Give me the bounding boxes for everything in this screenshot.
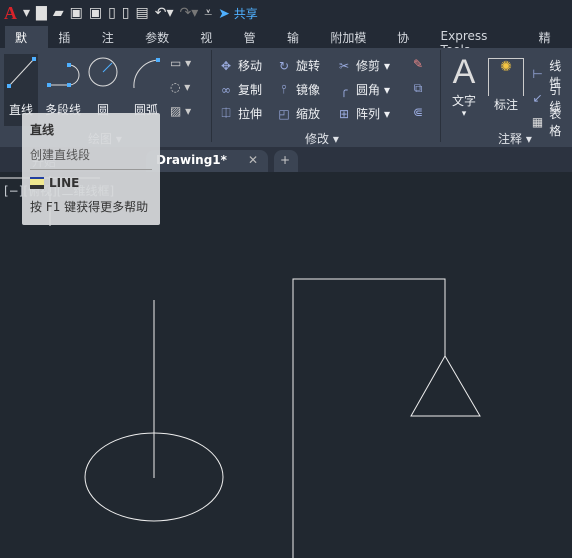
undo-icon[interactable]: ↶▾ (155, 5, 174, 21)
save-as-icon[interactable]: ▣ (89, 5, 102, 21)
command-icon (30, 177, 44, 189)
ribbon-tabs: 默认 插入 注释 参数化 视图 管理 输出 附加模块 协作 Express To… (0, 26, 572, 62)
app-menu-dropdown-icon[interactable]: ▾ (23, 5, 30, 21)
copy-icon: ∞ (221, 82, 231, 97)
annotation-panel-title[interactable]: 注释 ▾ (498, 130, 532, 147)
tab-express-tools[interactable]: Express Tools (431, 26, 529, 57)
open-web-icon[interactable]: ▯ (108, 5, 116, 21)
array-icon: ⊞ (338, 106, 350, 121)
table-button[interactable]: ▦ 表格 (530, 105, 572, 139)
share-icon: ➤ (218, 5, 230, 22)
move-icon: ✥ (220, 58, 232, 73)
hatch-button[interactable]: ▨ ▾ (170, 104, 191, 118)
fillet-button[interactable]: ╭ 圆角 ▾ (336, 81, 390, 98)
save-icon[interactable]: ▣ (70, 5, 83, 21)
text-icon: A (452, 53, 476, 91)
copy-button[interactable]: ∞ 复制 (218, 81, 262, 98)
move-button[interactable]: ✥ 移动 (218, 57, 262, 74)
ellipse-button[interactable]: ◌ ▾ (170, 80, 190, 94)
tab-drawing1[interactable]: Drawing1* ✕ (146, 150, 268, 172)
leader-icon: ↙ (532, 91, 543, 105)
stretch-button[interactable]: ⎅ 拉伸 (218, 105, 262, 122)
dimension-icon: ✺ (488, 58, 524, 96)
trim-button[interactable]: ✂ 修剪 ▾ (336, 57, 390, 74)
plot-icon[interactable]: ▤ (136, 5, 149, 21)
fillet-icon: ╭ (340, 82, 348, 97)
linear-dim-icon: ⊢ (532, 67, 543, 81)
new-icon[interactable]: ▇ (36, 5, 47, 21)
tooltip: 直线 创建直线段 LINE 按 F1 键获得更多帮助 (22, 113, 160, 225)
share-button[interactable]: ➤ 共享 (218, 5, 258, 22)
tooltip-help: 按 F1 键获得更多帮助 (30, 200, 149, 214)
polyline-icon (47, 63, 80, 87)
text-button[interactable]: A 文字 ▾ (446, 52, 482, 119)
tab-collaborate[interactable]: 协作 (387, 26, 430, 62)
arc-button[interactable]: 圆弧 (128, 54, 164, 118)
divider (440, 50, 441, 142)
rotate-button[interactable]: ↻ 旋转 (276, 57, 320, 74)
tab-insert[interactable]: 插入 (48, 26, 91, 62)
explode-icon: ⧉ (413, 81, 423, 95)
line-icon (7, 57, 36, 88)
tab-view[interactable]: 视图 (190, 26, 233, 62)
modify-panel-title[interactable]: 修改 ▾ (305, 130, 339, 147)
tab-default[interactable]: 默认 (5, 26, 49, 62)
polyline-button[interactable]: 多段线 (43, 54, 83, 118)
circle-button[interactable]: 圆 (86, 54, 120, 118)
tab-output[interactable]: 输出 (277, 26, 320, 62)
dimension-button[interactable]: ✺ 标注 (488, 54, 524, 113)
scale-icon: ◰ (278, 106, 290, 121)
triangle[interactable] (410, 354, 481, 417)
tooltip-description: 创建直线段 (30, 146, 152, 170)
array-button[interactable]: ⊞ 阵列 ▾ (336, 105, 390, 122)
close-tab-icon[interactable]: ✕ (248, 153, 258, 167)
tooltip-title: 直线 (30, 123, 55, 137)
customize-icon[interactable]: ⩡ (204, 5, 212, 21)
mirror-button[interactable]: ⫯ 镜像 (276, 81, 320, 98)
erase-button[interactable]: ✎ (410, 57, 426, 71)
trim-icon: ✂ (338, 58, 350, 73)
tooltip-command: LINE (49, 176, 80, 190)
mirror-icon: ⫯ (281, 82, 287, 96)
tab-manage[interactable]: 管理 (234, 26, 277, 62)
drawing-canvas[interactable] (0, 172, 572, 558)
divider (211, 50, 212, 142)
rotate-icon: ↻ (278, 58, 290, 73)
tab-annotate[interactable]: 注释 (92, 26, 135, 62)
open-icon[interactable]: ▰ (53, 5, 64, 21)
app-logo[interactable]: A (4, 3, 17, 24)
rectangle-button[interactable]: ▭ ▾ (170, 56, 191, 70)
tab-addins[interactable]: 附加模块 (320, 26, 387, 62)
eraser-icon: ✎ (412, 57, 424, 71)
redo-icon[interactable]: ↷▾ (180, 5, 199, 21)
stretch-icon: ⎅ (221, 106, 231, 120)
save-web-icon[interactable]: ▯ (122, 5, 130, 21)
polyline[interactable] (292, 278, 446, 558)
quick-access-toolbar: A ▾ ▇ ▰ ▣ ▣ ▯ ▯ ▤ ↶▾ ↷▾ ⩡ ➤ 共享 (0, 0, 572, 26)
explode-button[interactable]: ⧉ (410, 81, 426, 96)
arc-icon (133, 58, 160, 89)
new-tab-button[interactable]: + (274, 150, 298, 172)
table-icon: ▦ (531, 115, 544, 129)
scale-button[interactable]: ◰ 缩放 (276, 105, 320, 122)
offset-button[interactable]: ⋐ (410, 105, 426, 119)
circle-icon (88, 57, 118, 87)
offset-icon: ⋐ (412, 105, 424, 119)
tab-featured[interactable]: 精选 (529, 26, 572, 62)
tab-parametric[interactable]: 参数化 (135, 26, 190, 62)
